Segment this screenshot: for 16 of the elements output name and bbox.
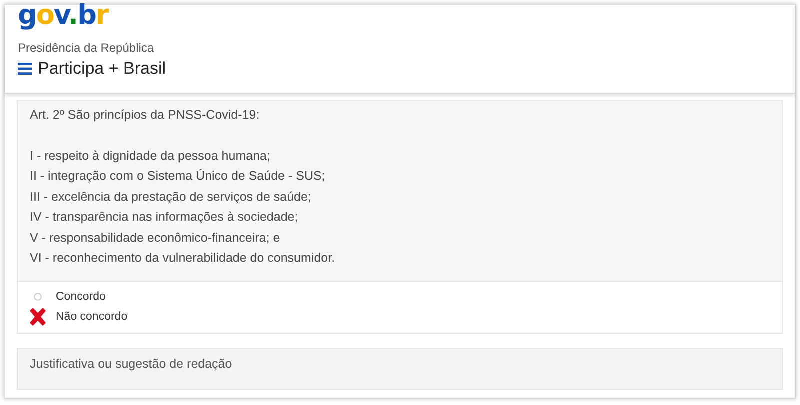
radio-button[interactable]: [34, 293, 42, 301]
justification-field[interactable]: Justificativa ou sugestão de redação: [17, 348, 783, 390]
article-item: VI - reconhecimento da vulnerabilidade do consumidor.: [30, 250, 336, 267]
article-item: II - integração com o Sistema Único de Saúde - SUS;: [30, 168, 326, 185]
article-item: V - responsabilidade econômico-financeira; e: [30, 230, 282, 247]
article-item: I - respeito à dignidade da pessoa humana;: [30, 148, 272, 165]
site-title: Participa + Brasil: [38, 59, 166, 79]
cross-icon[interactable]: [28, 308, 48, 326]
article-heading: Art. 2º São princípios da PNSS-Covid-19:: [30, 107, 261, 124]
logo[interactable]: gov.br: [18, 1, 108, 31]
organization-name: Presidência da República: [18, 41, 156, 55]
option-label: Concordo: [56, 291, 106, 303]
article-item: III - excelência da prestação de serviços de saúde;: [30, 188, 312, 206]
menu-icon[interactable]: [18, 63, 32, 75]
option-label: Não concordo: [56, 311, 128, 323]
article-item: IV - transparência nas informações à sociedade;: [30, 209, 300, 226]
